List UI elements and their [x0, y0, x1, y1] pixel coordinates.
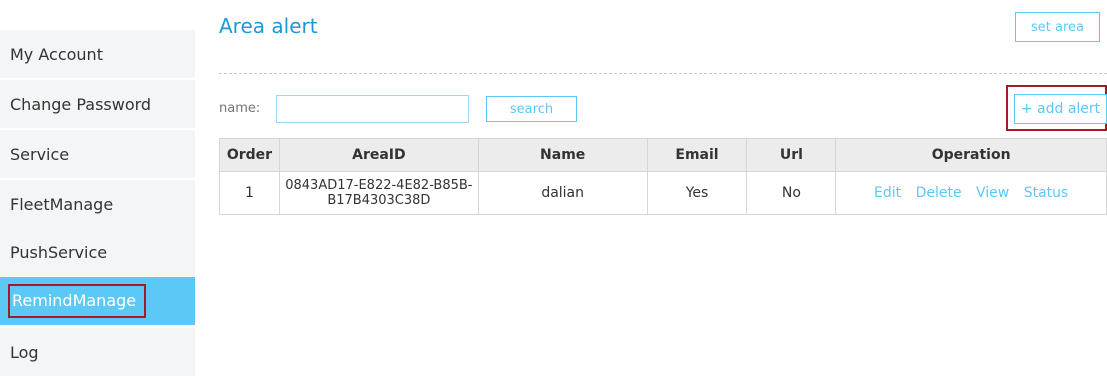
header-order: Order — [219, 138, 280, 172]
sidebar-item-pushservice[interactable]: PushService — [0, 228, 195, 276]
sidebar-item-label: My Account — [10, 44, 103, 64]
alert-table: Order AreaID Name Email Url Operation 1 … — [219, 138, 1107, 215]
table-header-row: Order AreaID Name Email Url Operation — [219, 138, 1107, 172]
sidebar-item-label: FleetManage — [10, 194, 114, 214]
status-link[interactable]: Status — [1024, 185, 1069, 201]
header-url: Url — [746, 138, 837, 172]
area-id-line-1: 0843AD17-E822-4E82-B85B- — [285, 178, 473, 193]
cell-operation: Edit Delete View Status — [835, 171, 1107, 215]
page-title: Area alert — [219, 14, 318, 38]
delete-link[interactable]: Delete — [916, 185, 962, 201]
cell-email: Yes — [646, 171, 748, 215]
divider — [219, 73, 1107, 74]
cell-area-id: 0843AD17-E822-4E82-B85B- B17B4303C38D — [278, 171, 479, 215]
header-email: Email — [646, 138, 748, 172]
name-input[interactable] — [276, 95, 469, 123]
sidebar: My Account Change Password Service Fleet… — [0, 0, 195, 376]
header-name: Name — [477, 138, 648, 172]
add-alert-button[interactable]: + add alert — [1014, 94, 1107, 124]
sidebar-item-fleetmanage[interactable]: FleetManage — [0, 180, 195, 228]
sidebar-item-log[interactable]: Log — [0, 328, 195, 376]
set-area-button[interactable]: set area — [1015, 12, 1100, 42]
cell-order: 1 — [219, 171, 280, 215]
sidebar-item-label: PushService — [10, 242, 108, 262]
sidebar-item-my-account[interactable]: My Account — [0, 30, 195, 78]
cell-url: No — [746, 171, 837, 215]
edit-link[interactable]: Edit — [874, 185, 901, 201]
name-label: name: — [219, 101, 261, 116]
sidebar-item-label: RemindManage — [8, 284, 147, 318]
view-link[interactable]: View — [976, 185, 1009, 201]
header-operation: Operation — [835, 138, 1107, 172]
sidebar-item-label: Log — [10, 342, 39, 362]
table-row: 1 0843AD17-E822-4E82-B85B- B17B4303C38D … — [219, 171, 1107, 215]
cell-name: dalian — [477, 171, 648, 215]
header-area-id: AreaID — [278, 138, 479, 172]
sidebar-item-service[interactable]: Service — [0, 130, 195, 178]
sidebar-item-change-password[interactable]: Change Password — [0, 80, 195, 128]
sidebar-item-remindmanage[interactable]: RemindManage — [0, 277, 195, 325]
area-id-line-2: B17B4303C38D — [327, 193, 431, 208]
sidebar-item-label: Service — [10, 144, 70, 164]
sidebar-item-label: Change Password — [10, 94, 152, 114]
search-button[interactable]: search — [486, 96, 577, 122]
